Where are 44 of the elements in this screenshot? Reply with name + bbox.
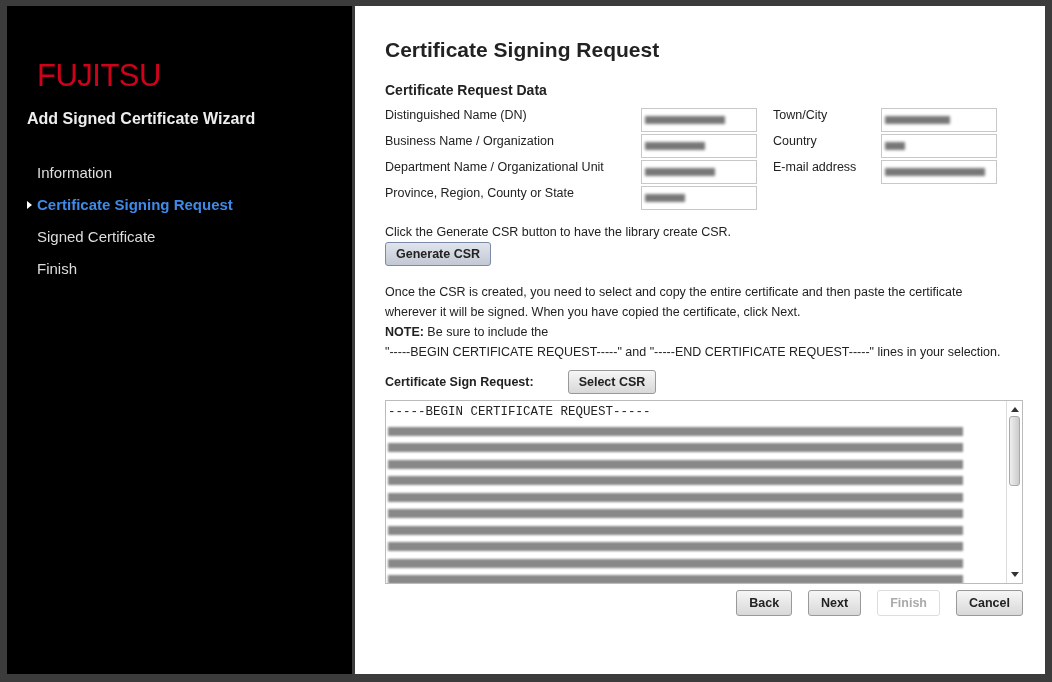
wizard-step[interactable]: Signed Certificate — [27, 228, 156, 245]
blurred-value — [885, 116, 950, 124]
fujitsu-logo: FUJITSU — [37, 58, 161, 94]
csr-first-line: -----BEGIN CERTIFICATE REQUEST----- — [388, 405, 651, 419]
blurred-value — [645, 194, 685, 202]
current-step-icon — [27, 201, 32, 209]
wizard-button[interactable]: Next — [808, 590, 862, 616]
input-field[interactable] — [641, 160, 757, 184]
csr-text-area[interactable]: -----BEGIN CERTIFICATE REQUEST----- — [385, 400, 1023, 584]
input-field[interactable] — [641, 134, 757, 158]
field-label: Town/City — [773, 108, 829, 122]
input-field[interactable] — [641, 108, 757, 132]
field-label: Distinguished Name (DN) — [385, 108, 528, 122]
csr-label: Certificate Sign Request: — [385, 375, 534, 389]
field-label: Department Name / Organizational Unit — [385, 160, 605, 174]
scroll-up-icon[interactable] — [1010, 406, 1019, 412]
field-label: Country — [773, 134, 818, 148]
input-field[interactable] — [881, 134, 997, 158]
scroll-thumb[interactable] — [1009, 416, 1020, 486]
section-title: Certificate Request Data — [385, 82, 548, 98]
input-field[interactable] — [641, 186, 757, 210]
select-csr-button[interactable]: Select CSR — [567, 370, 657, 394]
scroll-down-icon[interactable] — [1010, 572, 1019, 578]
blurred-value — [645, 142, 705, 150]
field-label: Province, Region, County or State — [385, 186, 575, 200]
wizard-button[interactable]: Back — [736, 590, 793, 616]
wizard-step[interactable]: Finish — [27, 260, 77, 277]
wizard-button[interactable]: Cancel — [956, 590, 1023, 616]
instruction-text: Click the Generate CSR button to have the library create CSR. — [385, 224, 731, 241]
note-text: "-----BEGIN CERTIFICATE REQUEST-----" and "-----END CERTIFICATE REQUEST-----" lines in your selection. — [385, 344, 1001, 361]
wizard-title: Add Signed Certificate Wizard — [27, 110, 256, 128]
wizard-step[interactable]: Certificate Signing Request — [27, 196, 233, 213]
wizard-step[interactable]: Information — [27, 164, 113, 181]
field-label: Business Name / Organization — [385, 134, 555, 148]
blurred-value — [645, 168, 715, 176]
blurred-value — [885, 142, 905, 150]
input-field[interactable] — [881, 108, 997, 132]
generate-csr-button[interactable]: Generate CSR — [385, 242, 492, 266]
field-label: E-mail address — [773, 160, 858, 174]
page-title: Certificate Signing Request — [385, 38, 661, 62]
input-field[interactable] — [881, 160, 997, 184]
scrollbar[interactable] — [1006, 401, 1022, 583]
instruction-text: Once the CSR is created, you need to select and copy the entire certificate and then paste the certificate wherever it will be signed. When you have copied the certificate, click Next. — [385, 284, 964, 321]
note-text: NOTE: Be sure to include the — [385, 324, 549, 341]
